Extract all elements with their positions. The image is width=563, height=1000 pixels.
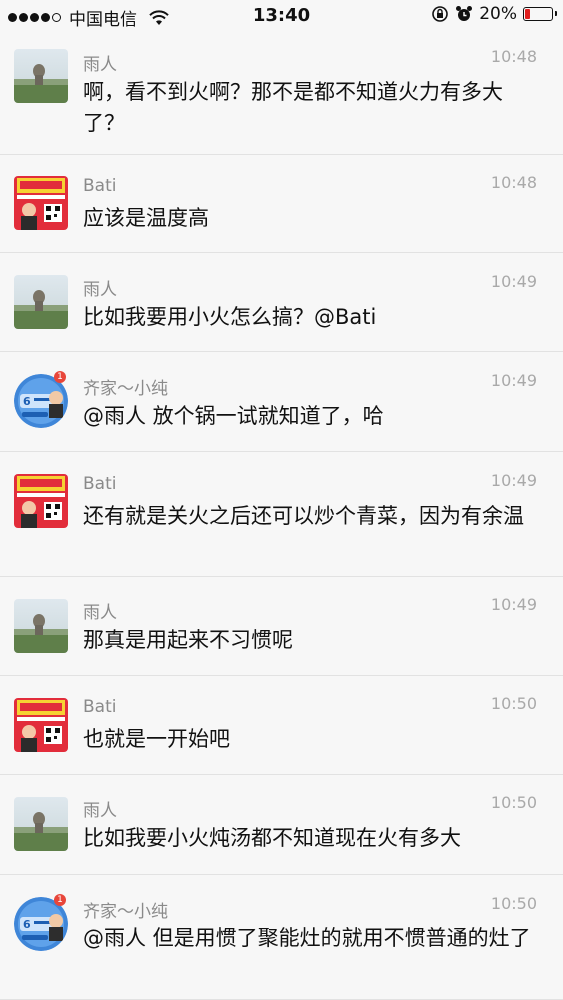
sender-name: Bati bbox=[83, 176, 117, 196]
list-item[interactable]: 6 1 齐家～小纯 10:50 @雨人 但是用惯了聚能灶的就用不惯普通的灶了 bbox=[0, 875, 563, 1000]
list-item[interactable]: 雨人 10:50 比如我要小火炖汤都不知道现在火有多大 bbox=[0, 775, 563, 875]
message-text: 啊，看不到火啊？那不是都不知道火力有多大了？ bbox=[83, 80, 503, 135]
unread-badge: 1 bbox=[54, 894, 66, 906]
sender-name: 雨人 bbox=[83, 801, 117, 821]
avatar[interactable] bbox=[14, 49, 68, 103]
list-item[interactable]: 雨人 10:48 啊，看不到火啊？那不是都不知道火力有多大了？ bbox=[0, 30, 563, 155]
message-list[interactable]: 雨人 10:48 啊，看不到火啊？那不是都不知道火力有多大了？ Bati 10:… bbox=[0, 30, 563, 1000]
list-item[interactable]: Bati 10:49 还有就是关火之后还可以炒个青菜，因为有余温 bbox=[0, 452, 563, 577]
message-time: 10:49 bbox=[490, 595, 537, 614]
message-time: 10:49 bbox=[490, 471, 537, 490]
message-time: 10:48 bbox=[490, 47, 537, 66]
sender-name: 齐家～小纯 bbox=[83, 902, 168, 922]
sender-name: 雨人 bbox=[83, 603, 117, 623]
list-item[interactable]: 雨人 10:49 那真是用起来不习惯呢 bbox=[0, 577, 563, 676]
sender-name: 雨人 bbox=[83, 55, 117, 75]
avatar[interactable] bbox=[14, 797, 68, 851]
orientation-lock-icon bbox=[432, 6, 449, 22]
status-bar: 中国电信 13:40 20% bbox=[0, 0, 563, 30]
message-text: 应该是温度高 bbox=[83, 206, 209, 230]
avatar[interactable] bbox=[14, 698, 68, 752]
unread-badge: 1 bbox=[54, 371, 66, 383]
message-text: @雨人 放个锅一试就知道了，哈 bbox=[83, 404, 384, 428]
status-right: 20% bbox=[431, 4, 557, 24]
message-time: 10:48 bbox=[490, 173, 537, 192]
message-text: 那真是用起来不习惯呢 bbox=[83, 628, 293, 652]
sender-name: 雨人 bbox=[83, 280, 117, 300]
avatar[interactable] bbox=[14, 176, 68, 230]
avatar[interactable] bbox=[14, 474, 68, 528]
message-text: 比如我要用小火怎么搞？@Bati bbox=[83, 305, 377, 329]
avatar[interactable] bbox=[14, 275, 68, 329]
message-time: 10:50 bbox=[490, 694, 537, 713]
sender-name: 齐家～小纯 bbox=[83, 379, 168, 399]
message-time: 10:50 bbox=[490, 894, 537, 913]
message-text: 比如我要小火炖汤都不知道现在火有多大 bbox=[83, 826, 461, 850]
message-time: 10:50 bbox=[490, 793, 537, 812]
alarm-icon bbox=[456, 6, 473, 21]
message-time: 10:49 bbox=[490, 371, 537, 390]
sender-name: Bati bbox=[83, 697, 117, 717]
battery-icon bbox=[523, 7, 557, 21]
list-item[interactable]: Bati 10:50 也就是一开始吧 bbox=[0, 676, 563, 775]
svg-text:6: 6 bbox=[23, 918, 31, 931]
sender-name: Bati bbox=[83, 474, 117, 494]
list-item[interactable]: 雨人 10:49 比如我要用小火怎么搞？@Bati bbox=[0, 253, 563, 352]
avatar[interactable] bbox=[14, 599, 68, 653]
message-text: 还有就是关火之后还可以炒个青菜，因为有余温 bbox=[83, 504, 524, 528]
message-text: @雨人 但是用惯了聚能灶的就用不惯普通的灶了 bbox=[83, 926, 531, 950]
battery-percent: 20% bbox=[479, 4, 517, 24]
svg-text:6: 6 bbox=[23, 395, 31, 408]
list-item[interactable]: Bati 10:48 应该是温度高 bbox=[0, 155, 563, 253]
list-item[interactable]: 6 1 齐家～小纯 10:49 @雨人 放个锅一试就知道了，哈 bbox=[0, 352, 563, 452]
message-text: 也就是一开始吧 bbox=[83, 727, 230, 751]
message-time: 10:49 bbox=[490, 272, 537, 291]
